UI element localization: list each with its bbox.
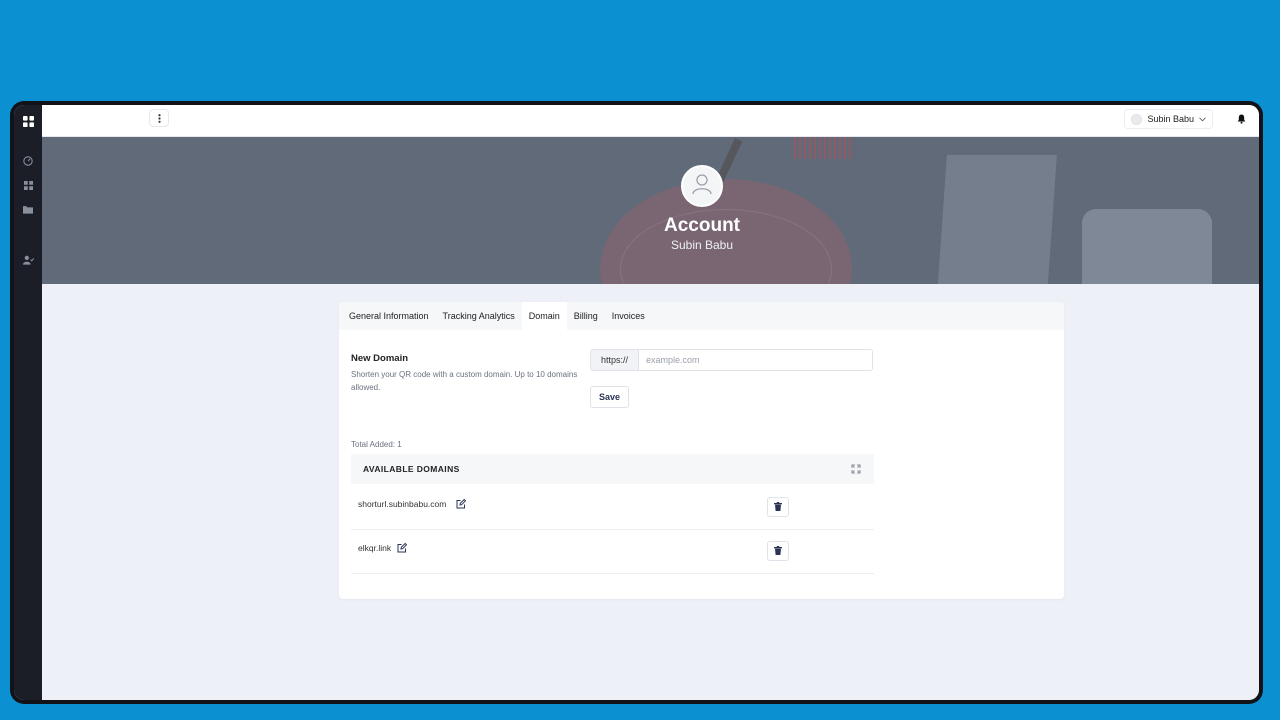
banner-tassel: [794, 137, 854, 159]
banner-building: [937, 155, 1057, 284]
domain-name: elkqr.link: [358, 543, 392, 553]
dashboard-gauge-icon[interactable]: [18, 151, 38, 171]
url-prefix: https://: [591, 350, 639, 370]
account-card: General Information Tracking Analytics D…: [339, 302, 1064, 599]
more-options-icon[interactable]: [149, 109, 169, 127]
edit-icon[interactable]: [455, 498, 466, 509]
tab-domain[interactable]: Domain: [521, 302, 567, 330]
user-check-icon[interactable]: [18, 250, 38, 270]
new-domain-description: Shorten your QR code with a custom domai…: [351, 370, 578, 392]
avatar: [1131, 113, 1143, 125]
tab-invoices[interactable]: Invoices: [605, 302, 652, 330]
save-button[interactable]: Save: [590, 386, 629, 408]
chevron-down-icon: [1199, 114, 1206, 124]
trash-icon: [774, 542, 782, 560]
user-menu[interactable]: Subin Babu: [1124, 109, 1213, 129]
list-item: shorturl.subinbabu.com: [351, 486, 874, 530]
tab-billing[interactable]: Billing: [567, 302, 605, 330]
page-title: Account: [664, 215, 740, 236]
new-domain-title: New Domain: [351, 353, 409, 364]
apps-icon[interactable]: [18, 111, 38, 131]
profile-banner: Account Subin Babu: [42, 137, 1259, 284]
tab-bar: General Information Tracking Analytics D…: [339, 302, 1064, 330]
profile-avatar[interactable]: [681, 165, 723, 207]
tab-tracking-analytics[interactable]: Tracking Analytics: [436, 302, 522, 330]
domain-name: shorturl.subinbabu.com: [358, 499, 447, 509]
trash-icon: [774, 498, 782, 516]
delete-button[interactable]: [767, 497, 789, 517]
available-domains-title: AVAILABLE DOMAINS: [363, 464, 460, 474]
side-nav: [14, 105, 42, 700]
total-added: Total Added: 1: [351, 440, 402, 449]
expand-icon[interactable]: [850, 463, 862, 475]
list-item: elkqr.link: [351, 530, 874, 574]
top-bar: Subin Babu: [42, 105, 1259, 137]
domain-input-group: https://: [590, 349, 873, 371]
tab-general-information[interactable]: General Information: [342, 302, 436, 330]
banner-building: [1082, 209, 1212, 284]
user-name: Subin Babu: [1147, 114, 1194, 124]
page-subtitle: Subin Babu: [670, 238, 734, 252]
app-screen: Subin Babu Account Subin Babu General In…: [14, 105, 1259, 700]
folder-icon[interactable]: [18, 199, 38, 219]
user-icon: [690, 172, 714, 201]
device-frame: Subin Babu Account Subin Babu General In…: [10, 101, 1263, 704]
delete-button[interactable]: [767, 541, 789, 561]
edit-icon[interactable]: [396, 542, 407, 553]
grid-icon[interactable]: [18, 175, 38, 195]
domain-input[interactable]: [639, 350, 872, 370]
bell-icon[interactable]: [1233, 111, 1249, 127]
available-domains-header: AVAILABLE DOMAINS: [351, 454, 874, 484]
